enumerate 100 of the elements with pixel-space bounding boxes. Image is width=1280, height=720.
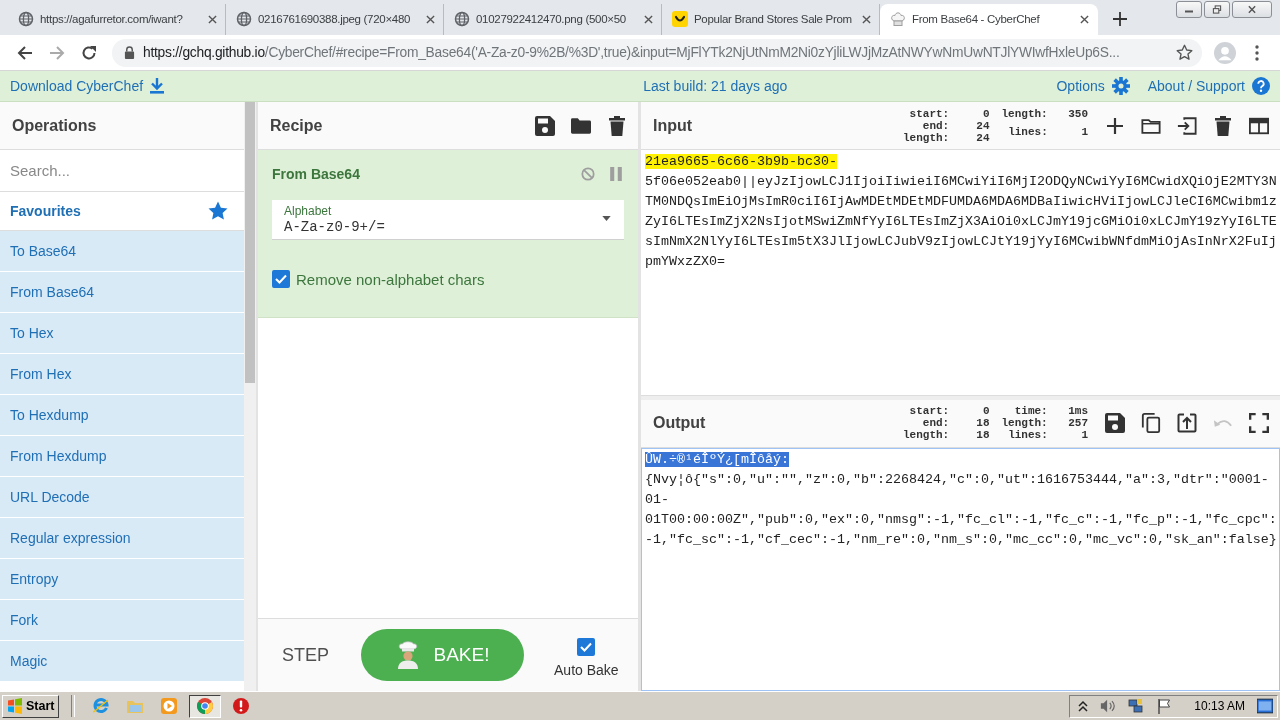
bake-button[interactable]: BAKE! [361,629,524,682]
flag-icon[interactable] [1156,698,1173,715]
layout-icon [1249,115,1269,136]
operation-item[interactable]: From Hex [0,354,244,396]
checkbox[interactable] [272,270,290,289]
operation-item[interactable]: To Hex [0,313,244,355]
play-icon [160,697,179,716]
input-title: Input [653,116,694,135]
save-icon [1105,413,1125,434]
restore-button[interactable] [1204,1,1230,18]
operation-item[interactable]: Magic [0,641,244,683]
stat-label: start: [908,405,950,418]
plus-icon [1105,115,1125,136]
globe-icon [454,11,470,28]
operation-item[interactable]: To Hexdump [0,395,244,437]
operation-item[interactable]: URL Decode [0,477,244,519]
maximize-button[interactable] [1248,412,1270,435]
scrollbar[interactable] [244,102,256,692]
network-icon[interactable] [1128,698,1145,715]
checkbox-option[interactable]: Remove non-alphabet chars [272,270,485,289]
download-link[interactable]: Download CyberChef [10,78,165,95]
stat-label: lines: [1007,125,1048,140]
check-icon [275,274,287,285]
browser-tab[interactable]: From Base64 - CyberChef [880,3,1098,35]
category-label: Favourites [10,203,81,220]
close-window-button[interactable] [1232,1,1272,18]
stat-label: length: [1001,417,1048,430]
operations-title: Operations [0,102,244,151]
stat-value: 1 [1080,429,1089,442]
browser-tab[interactable]: 0216761690388.jpeg (720×480 [226,3,444,35]
stat-value: 350 [1067,107,1089,122]
restore-icon [1212,5,1222,14]
help-icon [1252,77,1270,96]
taskbar-app[interactable] [189,694,222,718]
stat-value: 1 [1080,125,1089,140]
reload-icon [81,44,97,61]
star-outline-icon [1175,44,1193,62]
operation-name: From Base64 [272,166,360,183]
stat-value: 0 [981,107,990,120]
globe-icon [236,11,252,28]
sign-in-icon [1177,115,1197,136]
input-text: 5f06e052eab0||eyJzIjowLCJ1IjoiIiwieiI6MCwiYiI6MjI2ODQyNCwiYyI6MCwidXQiOjE2MTY3NTM0NDQsImEiOjMsImR0ciI6IjAwMDEtMDEtMDFUMDA6MDA6MDBaIiwicHViIjowLCJleCI6MCwibm1zZyI6LTEsImZjX2NsIjotMSwiZmNfYyI6LTEsImZjX3AiOi0xLCJmY19jcGMiOi0xLCJmY19zYyI6LTEsImNmX2NlYyI6LTEsIm5tX3JlIjowLCJubV9zIjowLCJtY19jYyI6MCwibWNfdmMiOjAsInNrX2FuIjpmYWxzZX0= [645,173,1278,272]
close-icon [207,14,217,24]
options-link[interactable]: Options [1056,77,1130,96]
copy-icon [1141,413,1161,434]
operation-item[interactable]: Fork [0,600,244,642]
start-button[interactable]: Start [2,694,60,718]
close-icon [861,14,871,24]
stat-label: length: [903,429,950,442]
operation-item[interactable]: Regular expression [0,518,244,560]
operation-item[interactable]: From Base64 [0,272,244,314]
delete-button[interactable] [1212,114,1234,137]
chevron-up-icon[interactable] [1078,700,1089,713]
stat-label: lines: [1007,429,1048,442]
copy-button[interactable] [1140,412,1162,435]
show-desktop-icon[interactable] [1257,698,1273,715]
chef-hat-icon [890,11,906,28]
browser-tab[interactable]: 01027922412470.png (500×50 [444,3,662,35]
trash-icon [607,115,627,136]
pause-icon [609,167,623,182]
browser-tab[interactable]: Popular Brand Stores Sale Prom [662,3,880,35]
speaker-icon[interactable] [1100,698,1117,715]
alphabet-dropdown[interactable]: Alphabet A-Za-z0-9+/= [272,200,624,241]
operation-item[interactable]: Entropy [0,559,244,601]
stat-label: start: [908,107,950,120]
save-icon [535,115,555,136]
clear-recipe-button[interactable] [606,114,628,137]
recipe-title: Recipe [270,116,323,135]
disable-icon [581,167,595,182]
stat-value: 24 [975,131,990,144]
check-icon [580,642,593,653]
smile-icon [672,11,688,28]
replace-input-button[interactable] [1176,412,1198,435]
minimize-button[interactable] [1176,1,1202,18]
operation-item[interactable]: To Base64 [0,231,244,273]
stat-value: 24 [975,119,990,132]
upload-box-icon [1177,413,1197,434]
browser-tab[interactable]: https://agafurretor.com/iwant? [8,3,226,35]
stat-value: 18 [975,417,990,430]
save-button[interactable] [1104,412,1126,435]
checkbox[interactable] [577,638,596,657]
load-button[interactable] [1176,114,1198,137]
stat-value: 1ms [1067,405,1089,418]
operation-item[interactable]: From Hexdump [0,436,244,478]
chef-icon [395,641,420,670]
save-recipe-button[interactable] [534,114,556,137]
field-value: A-Za-z0-9+/= [284,218,385,237]
auto-bake-option[interactable]: Auto Bake [554,632,619,679]
lock-icon [124,46,135,60]
step-button[interactable]: STEP [282,644,329,666]
stat-label: length: [1001,107,1048,122]
address-bar[interactable]: https://gchq.github.io/CyberChef/#recipe=From_Base64('A-Za-z0-9%2B/%3D',true)&input=MjFlYTk2NjUtNmM2Ni0zYjliLWJjMzAtNWYwNmUwNTJlYWIwfHxleUp6S... [112,38,1202,67]
build-info: Last build: 21 days ago [642,78,789,95]
scrollbar-thumb[interactable] [245,102,255,384]
avatar-icon [1214,41,1236,64]
download-icon [150,78,165,95]
star-icon [208,201,228,222]
clock[interactable]: 10:13 AM [1194,699,1245,714]
highlighted-text: 21ea9665-6c66-3b9b-bc30- [645,154,837,170]
about-link[interactable]: About / Support [1147,77,1270,96]
